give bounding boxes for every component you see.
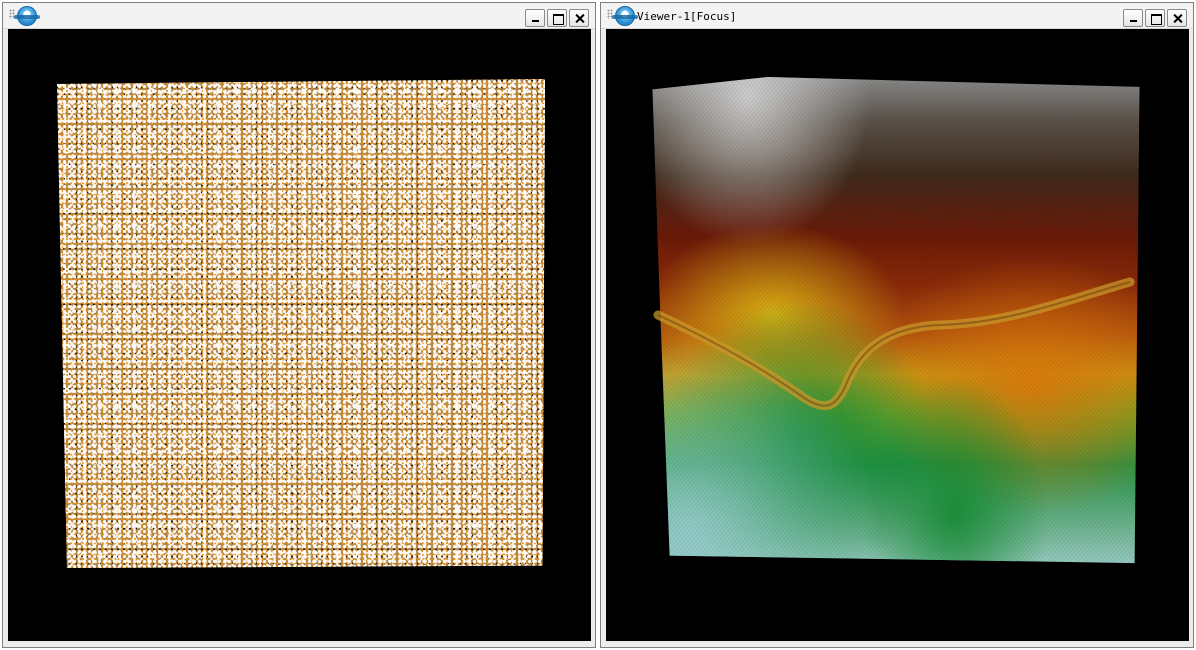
app-logo-icon: [14, 6, 40, 26]
minimize-button[interactable]: [1123, 9, 1143, 27]
viewer-canvas[interactable]: [606, 29, 1189, 641]
viewer-canvas[interactable]: [8, 29, 591, 641]
window-controls: [1123, 9, 1187, 27]
viewer-title: Viewer-1[Focus]: [637, 10, 737, 23]
window-controls: [525, 9, 589, 27]
viewer-titlebar[interactable]: [3, 3, 595, 29]
close-button[interactable]: [569, 9, 589, 27]
maximize-button[interactable]: [1145, 9, 1165, 27]
viewer-titlebar[interactable]: Viewer-1[Focus]: [601, 3, 1193, 29]
maximize-button[interactable]: [547, 9, 567, 27]
minimize-button[interactable]: [525, 9, 545, 27]
point-cloud-render: [56, 79, 546, 569]
app-logo-icon: [612, 6, 638, 26]
close-button[interactable]: [1167, 9, 1187, 27]
viewer-window-left[interactable]: [2, 2, 596, 648]
elevation-model-render: [652, 77, 1140, 564]
viewer-window-right[interactable]: Viewer-1[Focus]: [600, 2, 1194, 648]
